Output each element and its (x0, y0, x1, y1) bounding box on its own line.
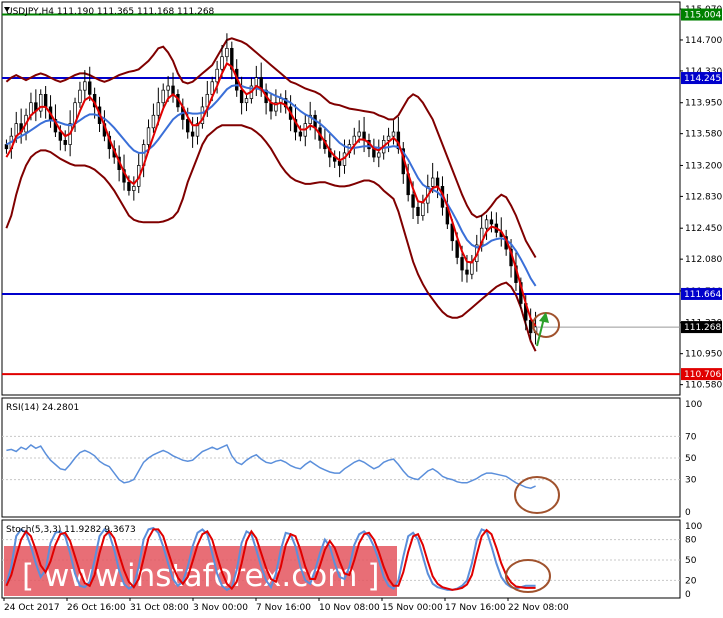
rsi-tick-label: 100 (685, 400, 702, 410)
candle-body (386, 135, 391, 141)
rsi-tick-label: 0 (685, 508, 691, 518)
rsi-tick-label: 70 (685, 432, 697, 442)
candle-body (132, 186, 136, 191)
stoch-tick-label: 80 (685, 536, 697, 546)
price-tick-label: 112.830 (685, 192, 722, 202)
candle-body (4, 144, 9, 150)
level-tag-label: 111.664 (684, 290, 721, 300)
time-tick-label: 17 Nov 16:00 (445, 603, 506, 613)
candle-body (377, 152, 381, 158)
candle-body (225, 47, 229, 58)
time-tick-label: 15 Nov 00:00 (382, 603, 443, 613)
candle-body (78, 89, 82, 104)
time-tick-label: 3 Nov 00:00 (193, 603, 248, 613)
candle-body (88, 81, 92, 95)
candle-body (416, 206, 420, 216)
candle-body (489, 219, 494, 225)
price-tick-label: 112.080 (685, 255, 722, 265)
candle-body (58, 131, 63, 141)
candle-body (391, 131, 396, 137)
level-tag-label: 110.706 (684, 370, 721, 380)
price-tick-label: 114.700 (685, 36, 722, 46)
level-tag-label: 114.245 (684, 74, 721, 84)
price-tick-label: 112.450 (685, 224, 722, 234)
price-panel: USDJPY,H4 111.190 111.365 111.168 111.26… (1, 1, 681, 396)
candle-body (151, 114, 156, 129)
candle-body (528, 319, 533, 334)
rsi-tick-label: 30 (685, 476, 697, 486)
price-tick-label: 113.200 (685, 161, 722, 171)
current-price-label: 111.268 (684, 323, 721, 333)
time-tick-label: 26 Oct 16:00 (67, 603, 126, 613)
chart-window: USDJPY,H4 111.190 111.365 111.168 111.26… (0, 0, 723, 618)
candle-body (63, 140, 67, 145)
rsi-header: RSI(14) 24.2801 (6, 403, 79, 413)
stoch-tick-label: 0 (685, 590, 691, 600)
candle-body (161, 89, 165, 104)
candle-body (470, 261, 474, 275)
candle-body (186, 119, 190, 133)
stoch-header: Stoch(5,3,3) 11.9282 9.3673 (6, 525, 136, 535)
candle-body (465, 269, 469, 275)
time-tick-label: 22 Nov 08:00 (508, 603, 569, 613)
candle-body (220, 56, 224, 70)
candle-body (215, 68, 219, 83)
time-tick-label: 31 Oct 08:00 (130, 603, 189, 613)
candle-body (190, 131, 195, 137)
candle-body (411, 194, 415, 208)
candle-body (460, 257, 464, 271)
time-tick-label: 24 Oct 2017 (4, 603, 60, 613)
candle-body (166, 85, 170, 91)
candle-body (484, 219, 489, 229)
stoch-panel: [ www.instaforex.com ] Stoch(5,3,3) 11.9… (1, 519, 681, 599)
stoch-tick-label: 50 (685, 556, 697, 566)
candle-body (156, 102, 161, 116)
price-tick-label: 110.580 (685, 381, 722, 391)
level-tag-label: 115.004 (684, 11, 721, 21)
candle-body (146, 127, 151, 145)
candle-body (357, 131, 361, 137)
rsi-panel: RSI(14) 24.2801 (1, 397, 681, 518)
candle-body (298, 131, 303, 137)
candle-body (127, 181, 131, 191)
time-tick-label: 10 Nov 08:00 (319, 603, 380, 613)
rsi-tick-label: 50 (685, 454, 697, 464)
candle-body (337, 160, 342, 166)
candle-body (83, 81, 87, 91)
stoch-tick-label: 20 (685, 576, 697, 586)
candle-body (421, 202, 425, 216)
candle-body (455, 240, 459, 258)
price-panel-frame (1, 1, 681, 396)
candle-body (43, 93, 48, 108)
candle-body (244, 98, 249, 104)
price-tick-label: 110.950 (685, 350, 722, 360)
stoch-tick-label: 100 (685, 522, 702, 532)
time-tick-label: 7 Nov 16:00 (256, 603, 311, 613)
candle-body (435, 177, 440, 187)
price-header: USDJPY,H4 111.190 111.365 111.168 111.26… (6, 7, 215, 17)
candle-body (430, 177, 435, 187)
candle-body (254, 77, 259, 87)
price-tick-label: 113.580 (685, 130, 722, 140)
price-tick-label: 113.950 (685, 99, 722, 109)
candle-body (239, 89, 244, 104)
